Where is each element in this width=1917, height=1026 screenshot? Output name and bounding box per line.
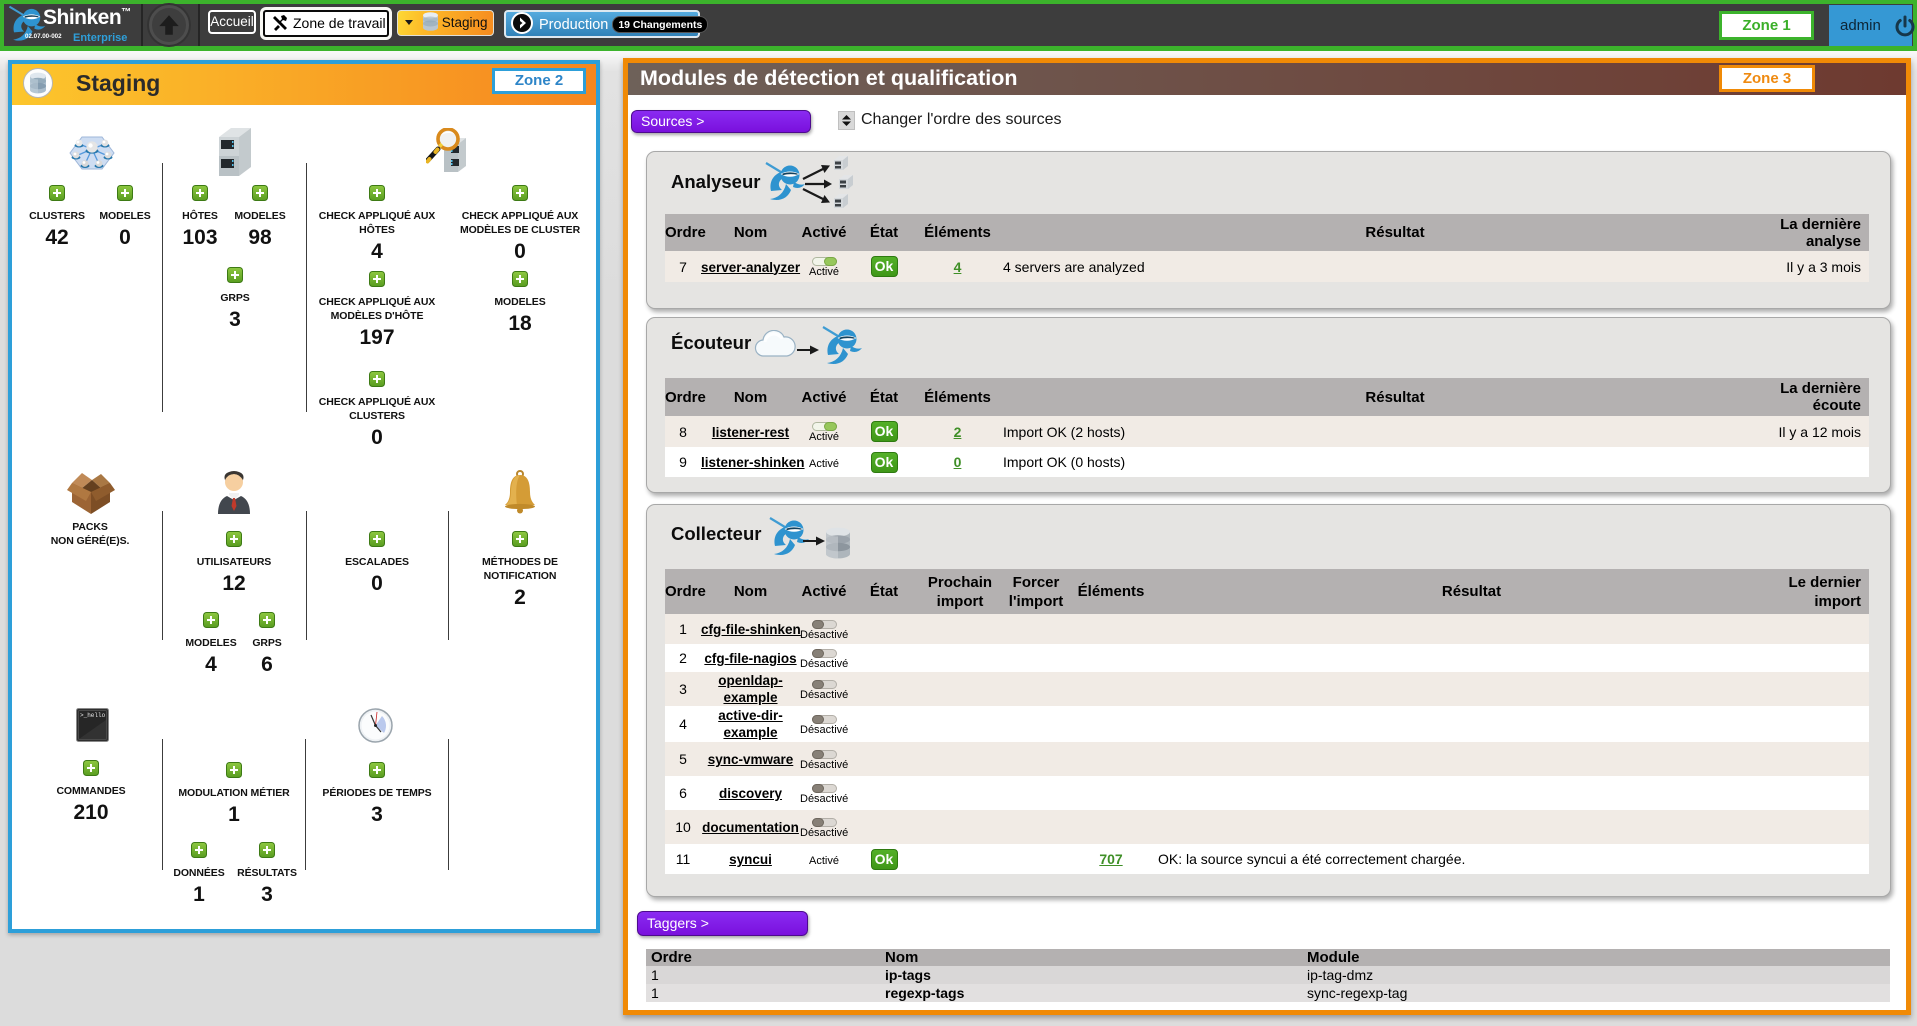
svg-text:>_hello: >_hello [80,712,106,719]
